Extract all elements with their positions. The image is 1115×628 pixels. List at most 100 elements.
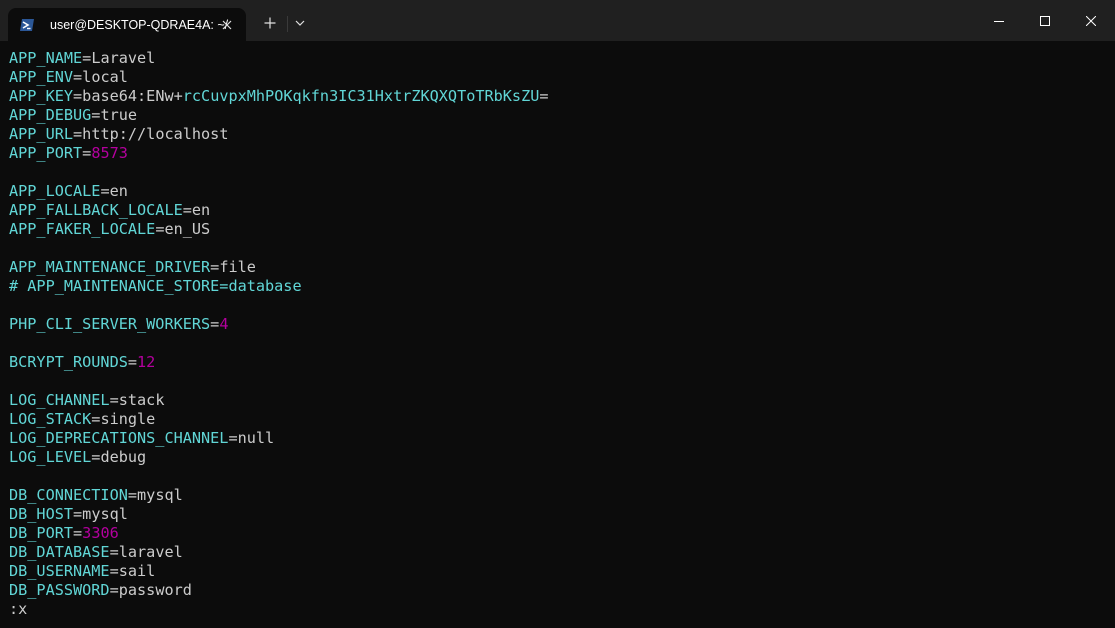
close-icon (222, 20, 232, 30)
env-line: APP_KEY=base64:ENw+rcCuvpxMhPOKqkfn3IC31… (9, 87, 549, 106)
env-line: APP_PORT=8573 (9, 144, 549, 163)
title-bar: user@DESKTOP-QDRAE4A: ~/ (0, 0, 1115, 41)
env-equals: = (109, 543, 119, 561)
vim-command-line[interactable]: :x (9, 600, 549, 619)
env-key: APP_DEBUG (9, 106, 92, 124)
env-value: sail (118, 562, 156, 580)
env-line: APP_LOCALE=en (9, 182, 549, 201)
env-key: DB_HOST (9, 505, 74, 523)
minimize-icon (994, 20, 1004, 22)
env-key: APP_KEY (9, 87, 74, 105)
env-equals: = (109, 391, 119, 409)
env-value: laravel (118, 543, 183, 561)
close-window-button[interactable] (1068, 0, 1114, 41)
env-equals: = (73, 524, 83, 542)
env-value: 3306 (82, 524, 119, 542)
env-value: mysql (82, 505, 128, 523)
env-value: 4 (219, 315, 229, 333)
env-line: APP_URL=http://localhost (9, 125, 549, 144)
env-value: null (237, 429, 275, 447)
env-equals: = (182, 201, 192, 219)
terminal-viewport[interactable]: APP_NAME=Laravel APP_ENV=local APP_KEY=bas… (0, 41, 1115, 628)
env-value: mysql (137, 486, 183, 504)
env-value-part: = (539, 87, 549, 105)
env-equals: = (73, 68, 83, 86)
maximize-icon (1040, 15, 1050, 26)
vim-command-text: :x (9, 600, 28, 618)
env-value: single (100, 410, 156, 428)
env-line: DB_HOST=mysql (9, 505, 549, 524)
env-key: LOG_DEPRECATIONS_CHANNEL (9, 429, 229, 447)
tab-close-button[interactable] (216, 15, 238, 35)
env-key: PHP_CLI_SERVER_WORKERS (9, 315, 211, 333)
env-value: password (118, 581, 192, 599)
new-tab-button[interactable] (256, 8, 284, 38)
env-key: BCRYPT_ROUNDS (9, 353, 128, 371)
env-value: stack (118, 391, 165, 409)
env-equals: = (109, 562, 119, 580)
env-line: APP_DEBUG=true (9, 106, 549, 125)
env-line: BCRYPT_ROUNDS=12 (9, 353, 549, 372)
env-equals: = (127, 486, 138, 504)
env-line: # APP_MAINTENANCE_STORE=database (9, 277, 549, 296)
chevron-down-icon (295, 20, 305, 26)
env-key: LOG_LEVEL (9, 448, 92, 466)
env-key: APP_FALLBACK_LOCALE (9, 201, 183, 219)
env-value: Laravel (91, 49, 156, 67)
env-equals: = (73, 125, 83, 143)
env-key: DB_PASSWORD (9, 581, 110, 599)
env-line: DB_PASSWORD=password (9, 581, 549, 600)
env-value: base64:ENw+ (82, 87, 183, 105)
env-line: DB_USERNAME=sail (9, 562, 549, 581)
env-key: LOG_CHANNEL (9, 391, 110, 409)
env-comment: # APP_MAINTENANCE_STORE=database (9, 277, 302, 295)
env-value: en_US (164, 220, 211, 238)
powershell-icon (20, 18, 34, 31)
env-key: APP_ENV (9, 68, 74, 86)
env-line: DB_DATABASE=laravel (9, 543, 549, 562)
env-value: http://localhost (82, 125, 229, 143)
terminal-tab[interactable]: user@DESKTOP-QDRAE4A: ~/ (8, 8, 246, 41)
env-line: APP_FALLBACK_LOCALE=en (9, 201, 549, 220)
env-line: APP_FAKER_LOCALE=en_US (9, 220, 549, 239)
env-value: true (100, 106, 138, 124)
close-icon (1086, 15, 1096, 26)
env-value: en (109, 182, 128, 200)
env-equals: = (210, 315, 220, 333)
env-equals: = (82, 144, 92, 162)
env-key: APP_FAKER_LOCALE (9, 220, 156, 238)
env-key: DB_PORT (9, 524, 74, 542)
env-line: LOG_CHANNEL=stack (9, 391, 549, 410)
env-line: APP_MAINTENANCE_DRIVER=file (9, 258, 549, 277)
env-value: file (219, 258, 256, 276)
env-line: APP_ENV=local (9, 68, 549, 87)
tab-dropdown-button[interactable] (289, 8, 311, 38)
tab-divider (287, 16, 288, 32)
env-key: APP_NAME (9, 49, 83, 67)
env-value: 8573 (91, 144, 128, 162)
env-equals: = (127, 353, 138, 371)
env-line: LOG_DEPRECATIONS_CHANNEL=null (9, 429, 549, 448)
env-equals: = (228, 429, 238, 447)
env-value: debug (100, 448, 147, 466)
env-value: en (191, 201, 211, 219)
env-line: DB_PORT=3306 (9, 524, 549, 543)
env-equals: = (210, 258, 220, 276)
env-key: LOG_STACK (9, 410, 92, 428)
env-equals: = (73, 505, 83, 523)
env-line: DB_CONNECTION=mysql (9, 486, 549, 505)
env-value: local (82, 68, 128, 86)
env-key: APP_LOCALE (9, 182, 101, 200)
env-line: LOG_STACK=single (9, 410, 549, 429)
maximize-button[interactable] (1022, 0, 1068, 41)
env-equals: = (109, 581, 119, 599)
env-key: DB_USERNAME (9, 562, 110, 580)
minimize-button[interactable] (976, 0, 1022, 41)
env-line: LOG_LEVEL=debug (9, 448, 549, 467)
env-key: APP_URL (9, 125, 74, 143)
